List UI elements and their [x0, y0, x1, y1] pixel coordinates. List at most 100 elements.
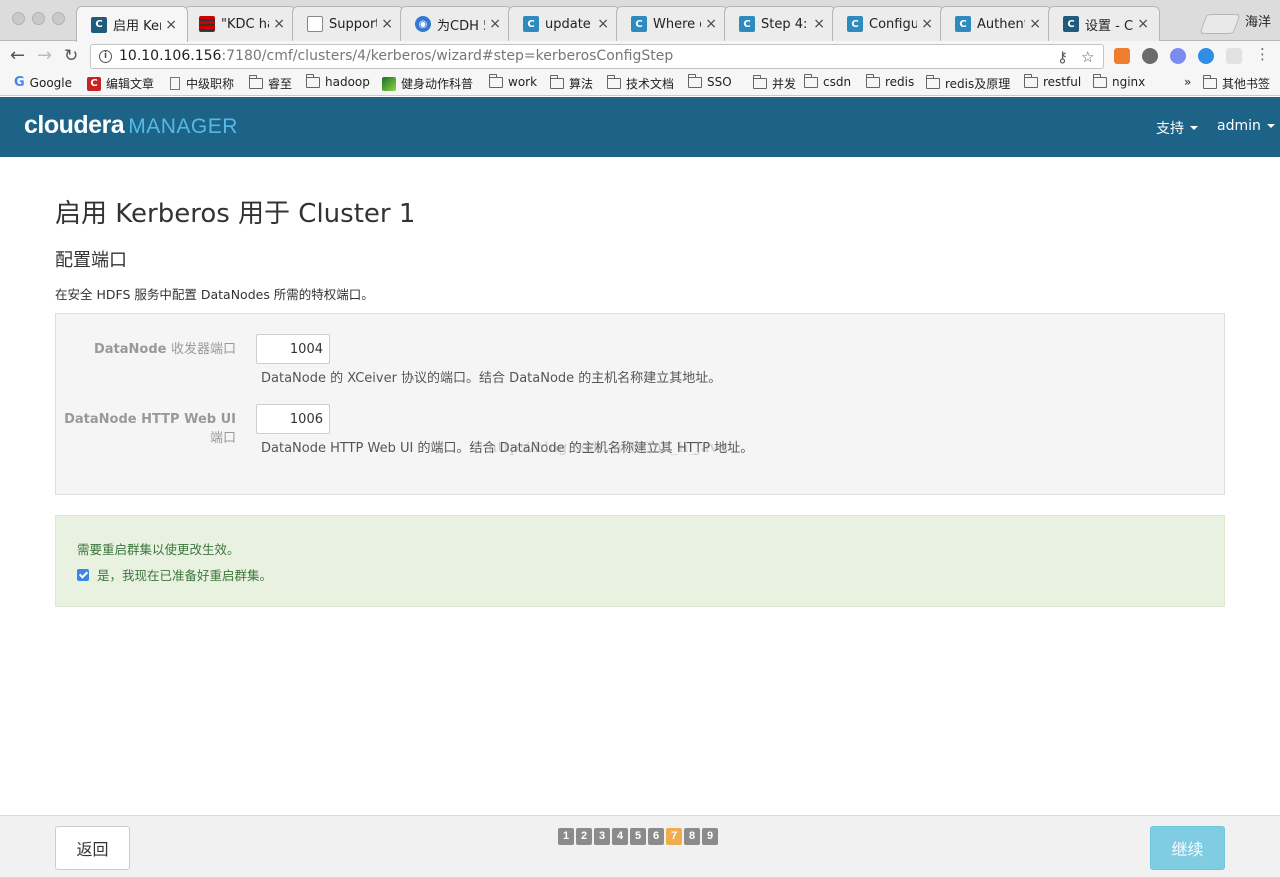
- folder-icon: [249, 75, 263, 89]
- document-icon: [307, 16, 323, 32]
- back-button[interactable]: 返回: [55, 826, 130, 870]
- wizard-step-3: 3: [594, 828, 610, 845]
- continue-button[interactable]: 继续: [1150, 826, 1225, 870]
- bookmark-item[interactable]: C 编辑文章: [87, 75, 154, 92]
- new-tab-button[interactable]: [1199, 14, 1241, 34]
- close-tab-icon[interactable]: ×: [705, 16, 717, 32]
- bookmarks-bar: » 其他书签 G Google C 编辑文章 中级职称 睿至 hadoop 健身动作科普 wor…: [0, 71, 1280, 96]
- bookmark-item[interactable]: 睿至: [249, 75, 292, 92]
- close-tab-icon[interactable]: ×: [381, 16, 393, 32]
- back-arrow-icon[interactable]: ←: [10, 45, 25, 67]
- close-tab-icon[interactable]: ×: [597, 16, 609, 32]
- browser-tab[interactable]: C 启用 Kerb ×: [76, 6, 188, 42]
- bookmark-item[interactable]: nginx: [1093, 73, 1145, 89]
- bookmark-label: redis及原理: [945, 77, 1011, 91]
- close-tab-icon[interactable]: ×: [921, 16, 933, 32]
- extension-evernote-icon[interactable]: [1142, 48, 1158, 64]
- bookmark-item[interactable]: work: [489, 73, 537, 89]
- confluence-icon: C: [739, 16, 755, 32]
- close-tab-icon[interactable]: ×: [273, 16, 285, 32]
- datanode-transceiver-port-input[interactable]: [256, 334, 330, 364]
- browser-tab[interactable]: C Step 4: C×: [724, 6, 836, 41]
- bookmark-item[interactable]: 技术文档: [607, 75, 674, 92]
- close-tab-icon[interactable]: ×: [165, 17, 177, 33]
- folder-icon: [306, 73, 320, 88]
- caret-down-icon: [1266, 124, 1275, 128]
- label-subtext: 端口: [209, 431, 236, 446]
- bookmark-item[interactable]: restful: [1024, 73, 1081, 89]
- folder-icon: [926, 75, 940, 89]
- forward-arrow-icon[interactable]: →: [37, 45, 52, 67]
- bookmark-star-icon[interactable]: ☆: [1081, 48, 1094, 66]
- close-window-button[interactable]: [12, 12, 25, 25]
- bookmark-label: 编辑文章: [106, 77, 155, 91]
- browser-tab[interactable]: "KDC has×: [184, 6, 296, 41]
- profile-name[interactable]: 海洋: [1245, 11, 1271, 30]
- port-config-form: DataNode 收发器端口 DataNode 的 XCeiver 协议的端口。…: [55, 313, 1225, 495]
- bookmark-label: SSO: [707, 75, 732, 89]
- restart-confirm-option[interactable]: 是，我现在已准备好重启群集。: [77, 565, 272, 584]
- bookmark-item[interactable]: 健身动作科普: [382, 75, 473, 92]
- close-tab-icon[interactable]: ×: [1029, 16, 1041, 32]
- address-bar[interactable]: i 10.10.106.156:7180/cmf/clusters/4/kerb…: [90, 44, 1104, 69]
- url-host: 10.10.106.156: [119, 48, 222, 64]
- close-tab-icon[interactable]: ×: [813, 16, 825, 32]
- browser-tab[interactable]: C Configurin×: [832, 6, 944, 41]
- bookmark-item[interactable]: csdn: [804, 73, 851, 89]
- folder-icon: [1024, 73, 1038, 88]
- user-menu[interactable]: admin: [1217, 118, 1275, 134]
- bookmark-item[interactable]: redis: [866, 73, 914, 89]
- extension-hex-icon[interactable]: [1170, 48, 1186, 64]
- bookmark-label: Google: [29, 75, 72, 90]
- zoom-window-button[interactable]: [52, 12, 65, 25]
- wizard-step-8: 8: [684, 828, 700, 845]
- browser-tab[interactable]: ◉ 为CDH 5.7×: [400, 6, 512, 41]
- bookmark-item[interactable]: redis及原理: [926, 75, 1010, 92]
- bookmark-item[interactable]: 中级职称: [170, 75, 234, 92]
- wizard-step-7: 7: [666, 828, 682, 845]
- browser-tab[interactable]: C Authentica×: [940, 6, 1052, 41]
- browser-tab[interactable]: C 设置 - Clo×: [1048, 6, 1160, 41]
- cloudera-manager-logo[interactable]: cloudera MANAGER: [24, 111, 238, 140]
- document-icon: [170, 77, 180, 90]
- tab-title: Where do: [653, 16, 701, 32]
- extension-grey-icon[interactable]: [1226, 48, 1242, 64]
- close-tab-icon[interactable]: ×: [489, 16, 501, 32]
- google-icon: G: [14, 75, 25, 90]
- other-bookmarks-label: 其他书签: [1222, 77, 1271, 91]
- info-icon[interactable]: i: [99, 50, 112, 63]
- close-tab-icon[interactable]: ×: [1137, 16, 1149, 32]
- menu-dots-icon[interactable]: ⋮: [1255, 45, 1270, 63]
- extension-translate-icon[interactable]: [1114, 48, 1130, 64]
- folder-icon: [489, 73, 503, 88]
- minimize-window-button[interactable]: [32, 12, 45, 25]
- wizard-step-2: 2: [576, 828, 592, 845]
- bookmark-item[interactable]: G Google: [14, 75, 72, 90]
- datanode-http-port-input[interactable]: [256, 404, 330, 434]
- key-icon[interactable]: ⚷: [1057, 48, 1068, 66]
- extension-x-icon[interactable]: [1198, 48, 1214, 64]
- restart-confirm-checkbox[interactable]: [77, 568, 89, 581]
- bookmark-item[interactable]: 并发: [753, 75, 796, 92]
- confluence-icon: C: [955, 16, 971, 32]
- tab-title: Configurin: [869, 16, 917, 32]
- wizard-step-9: 9: [702, 828, 718, 845]
- bookmark-label: 并发: [772, 77, 797, 91]
- bookmark-item[interactable]: 算法: [550, 75, 593, 92]
- datanode-transceiver-port-help: DataNode 的 XCeiver 协议的端口。结合 DataNode 的主机…: [261, 371, 722, 386]
- tab-title: 为CDH 5.7: [437, 18, 485, 34]
- bookmark-item[interactable]: hadoop: [306, 73, 370, 89]
- support-menu[interactable]: 支持: [1156, 118, 1198, 138]
- logo-sub: MANAGER: [128, 115, 238, 138]
- bookmarks-overflow-button[interactable]: »: [1184, 75, 1191, 89]
- bookmark-item[interactable]: SSO: [688, 73, 732, 89]
- url-text[interactable]: 10.10.106.156:7180/cmf/clusters/4/kerber…: [119, 48, 673, 64]
- browser-tab[interactable]: Support |×: [292, 6, 404, 41]
- other-bookmarks[interactable]: 其他书签: [1203, 75, 1270, 92]
- browser-tab[interactable]: Cupdate ke×: [508, 6, 620, 41]
- folder-icon: [550, 75, 564, 89]
- reload-icon[interactable]: ↻: [64, 45, 78, 67]
- browser-toolbar: ← → ↻ i 10.10.106.156:7180/cmf/clusters/…: [0, 41, 1280, 71]
- browser-tab[interactable]: C Where do×: [616, 6, 728, 41]
- tab-title: Step 4: C: [761, 16, 809, 32]
